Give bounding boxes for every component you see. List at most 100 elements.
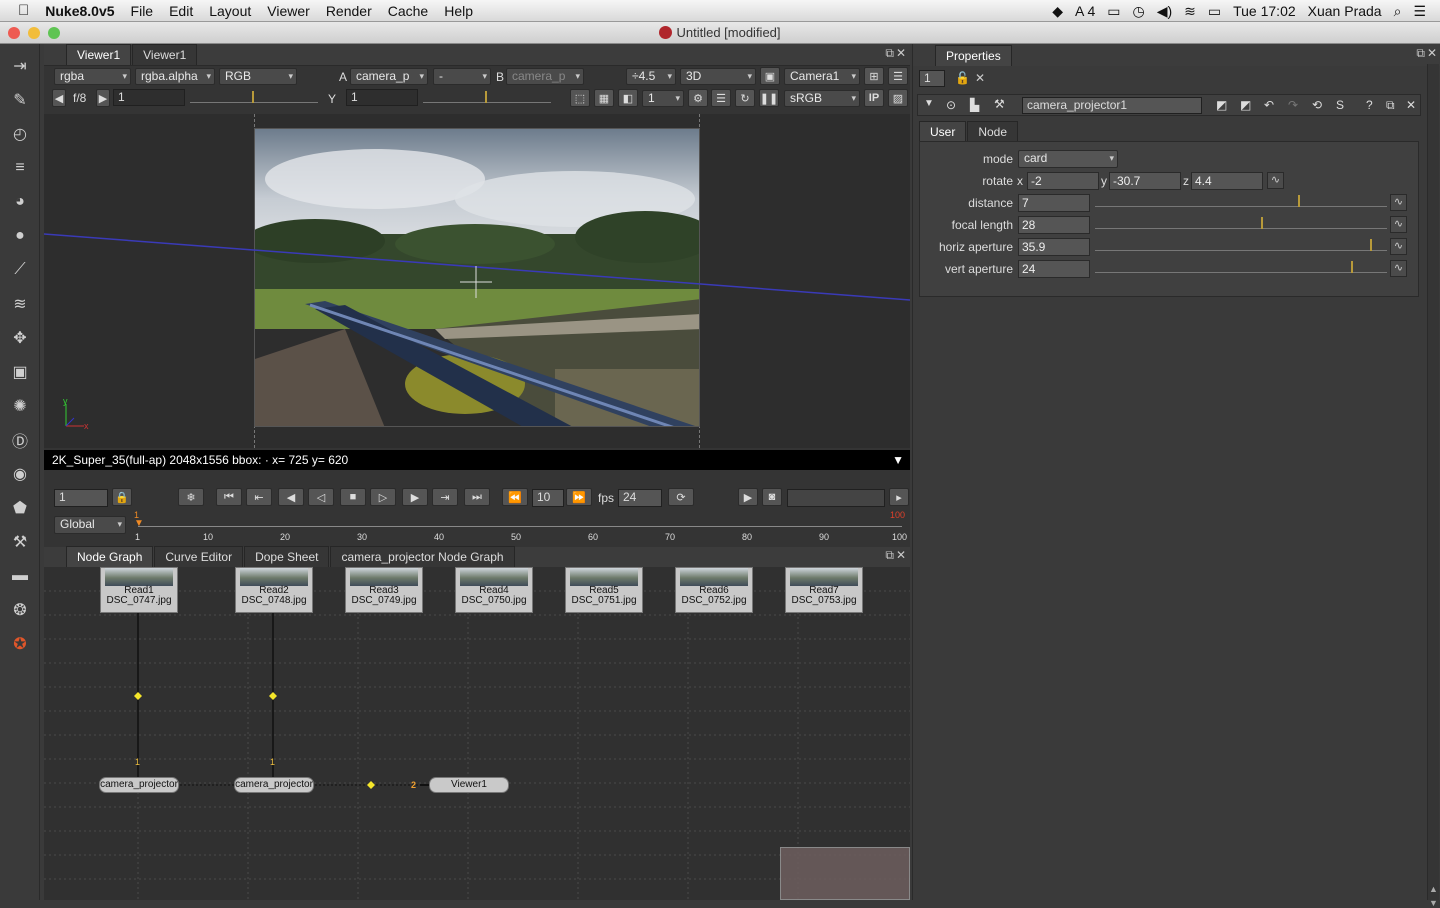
properties-scrollbar[interactable]: ▲ ▼ [1427, 64, 1439, 908]
time-tools-icon[interactable]: ◴ [8, 122, 32, 146]
focal-length-slider[interactable] [1095, 217, 1387, 229]
skip-back-icon[interactable]: ⏪ [502, 488, 528, 506]
3d-tools-icon[interactable]: ▣ [8, 360, 32, 384]
float-panel-icon[interactable]: ⧉ [885, 548, 894, 563]
user-name[interactable]: Xuan Prada [1308, 3, 1382, 19]
collapse-icon[interactable]: ▼ [924, 98, 934, 109]
frame-range-dropdown[interactable]: Global [54, 516, 126, 534]
node-name-field[interactable]: camera_projector1 [1022, 97, 1202, 114]
read-node-4[interactable]: Read4 DSC_0750.jpg [455, 567, 533, 613]
apple-icon[interactable]:  [0, 0, 37, 22]
help-icon[interactable]: ? [1366, 98, 1373, 112]
increment-field[interactable]: 10 [532, 489, 564, 507]
rotate-animation-icon[interactable]: ∿ [1267, 172, 1284, 189]
battery-icon[interactable]: ▭ [1208, 3, 1221, 20]
compare-op-dropdown[interactable]: - [433, 68, 491, 85]
input-a-dropdown[interactable]: camera_p [350, 68, 428, 85]
lut-dropdown[interactable]: sRGB [784, 90, 860, 107]
ofx-tools-icon[interactable]: ✪ [8, 632, 32, 656]
timeline-ruler[interactable]: 1 100 ▼ 1 10 20 30 40 50 60 70 80 90 100 [134, 510, 910, 544]
current-frame-field[interactable]: 1 [54, 489, 108, 507]
toolsets-icon[interactable]: ⚒ [8, 530, 32, 554]
fstop-next-icon[interactable]: ▶ [96, 89, 110, 107]
vert-aperture-slider[interactable] [1095, 261, 1387, 273]
filter-tools-icon[interactable]: ● [8, 224, 32, 248]
stop-icon[interactable]: ■ [340, 488, 366, 506]
distance-slider[interactable] [1095, 195, 1387, 207]
scroll-up-icon[interactable]: ▲ [1429, 884, 1438, 894]
gamma-slider[interactable] [423, 91, 551, 103]
tab-user[interactable]: User [919, 121, 967, 142]
node-color-icon[interactable]: ▙ [970, 98, 979, 112]
navigator-minimap[interactable] [780, 847, 910, 900]
read-node-2[interactable]: Read2 DSC_0748.jpg [235, 567, 313, 613]
playhead-marker[interactable]: ▼ [134, 518, 144, 529]
tab-viewer1-a[interactable]: Viewer1 [66, 44, 132, 65]
transform-tools-icon[interactable]: ✥ [8, 326, 32, 350]
viewer-settings-icon[interactable]: ☰ [888, 67, 908, 85]
overlay-toggle-icon[interactable]: ☰ [711, 89, 731, 107]
clock[interactable]: Tue 17:02 [1233, 3, 1296, 19]
app-menu[interactable]: Nuke8.0v5 [37, 0, 122, 22]
close-node-icon[interactable]: ✕ [1406, 98, 1416, 112]
channels-dropdown[interactable]: rgba [54, 68, 131, 85]
clear-panels-icon[interactable]: ✕ [975, 71, 985, 85]
tab-curve-editor[interactable]: Curve Editor [154, 546, 244, 567]
vert-aperture-field[interactable]: 24 [1018, 260, 1090, 278]
distance-animation-icon[interactable]: ∿ [1390, 194, 1407, 211]
fps-field[interactable]: 24 [618, 489, 662, 507]
proxy-icon[interactable]: ◧ [618, 89, 638, 107]
metadata-tools-icon[interactable]: ⬟ [8, 496, 32, 520]
play-backward-icon[interactable]: ◁ [308, 488, 334, 506]
close-panel-icon[interactable]: ✕ [1427, 46, 1437, 60]
other-tools-icon[interactable]: ▬ [8, 564, 32, 588]
info-expand-icon[interactable]: ▼ [892, 450, 904, 470]
merge-tools-icon[interactable]: ≋ [8, 292, 32, 316]
read-node-3[interactable]: Read3 DSC_0749.jpg [345, 567, 423, 613]
menu-viewer[interactable]: Viewer [259, 0, 318, 22]
edit-alt-icon[interactable]: ◩ [1240, 98, 1251, 112]
last-frame-icon[interactable]: ⏭ [464, 488, 490, 506]
record-icon[interactable]: ◙ [762, 488, 782, 506]
zoom-window-button[interactable] [48, 27, 60, 39]
next-keyframe-icon[interactable]: ⇥ [432, 488, 458, 506]
furnace-tools-icon[interactable]: ❂ [8, 598, 32, 622]
camera-projector-node-1[interactable]: camera_projector [99, 777, 179, 793]
view-mode-dropdown[interactable]: 3D [680, 68, 756, 85]
float-node-icon[interactable]: ⧉ [1386, 98, 1395, 113]
rotate-z-field[interactable]: 4.4 [1191, 172, 1263, 190]
tab-properties[interactable]: Properties [935, 45, 1012, 66]
undo-icon[interactable]: ↶ [1264, 98, 1274, 112]
frame-lock-icon[interactable]: 🔒 [112, 488, 132, 506]
wifi-icon[interactable]: ≋ [1184, 3, 1196, 20]
horiz-aperture-slider[interactable] [1095, 239, 1387, 251]
volume-icon[interactable]: ◀) [1157, 3, 1172, 20]
menu-help[interactable]: Help [436, 0, 481, 22]
fstop-prev-icon[interactable]: ◀ [52, 89, 66, 107]
wipe-icon[interactable]: ▨ [888, 89, 908, 107]
float-panel-icon[interactable]: ⧉ [885, 46, 894, 61]
horiz-aperture-field[interactable]: 35.9 [1018, 238, 1090, 256]
downres-dropdown[interactable]: 1 [642, 90, 684, 107]
draw-tools-icon[interactable]: ✎ [8, 88, 32, 112]
gain-slider[interactable] [190, 91, 318, 103]
read-node-6[interactable]: Read6 DSC_0752.jpg [675, 567, 753, 613]
display-channel-dropdown[interactable]: RGB [219, 68, 297, 85]
distance-field[interactable]: 7 [1018, 194, 1090, 212]
read-node-5[interactable]: Read5 DSC_0751.jpg [565, 567, 643, 613]
menu-file[interactable]: File [123, 0, 162, 22]
close-panel-icon[interactable]: ✕ [896, 46, 906, 60]
render-region-icon[interactable]: ⚙ [688, 89, 708, 107]
tab-node[interactable]: Node [967, 121, 1019, 142]
viewer-canvas[interactable]: y x [44, 114, 910, 448]
edit-icon[interactable]: ◩ [1216, 98, 1227, 112]
channel-tools-icon[interactable]: ≡ [8, 156, 32, 180]
focal-length-animation-icon[interactable]: ∿ [1390, 216, 1407, 233]
evernote-icon[interactable]: ◆ [1052, 3, 1063, 20]
time-machine-icon[interactable]: ◷ [1132, 3, 1144, 20]
camera-lock-icon[interactable]: ▣ [760, 67, 780, 85]
stop-motion-icon[interactable]: ❄ [178, 488, 204, 506]
roi-icon[interactable]: ⬚ [570, 89, 590, 107]
horiz-aperture-animation-icon[interactable]: ∿ [1390, 238, 1407, 255]
alpha-channel-dropdown[interactable]: rgba.alpha [135, 68, 215, 85]
